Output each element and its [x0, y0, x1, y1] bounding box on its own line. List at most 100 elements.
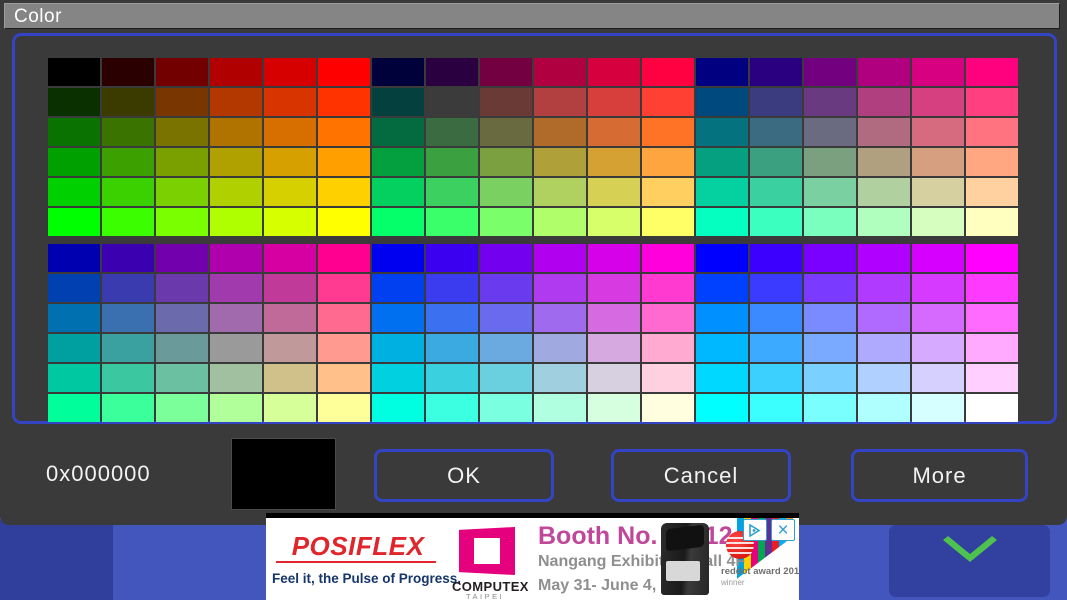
color-swatch[interactable]: [48, 274, 100, 302]
color-swatch[interactable]: [534, 148, 586, 176]
color-swatch[interactable]: [264, 334, 316, 362]
color-swatch[interactable]: [588, 148, 640, 176]
color-swatch[interactable]: [102, 178, 154, 206]
color-swatch[interactable]: [534, 88, 586, 116]
color-swatch[interactable]: [426, 178, 478, 206]
color-swatch[interactable]: [642, 334, 694, 362]
color-swatch[interactable]: [750, 88, 802, 116]
color-swatch[interactable]: [372, 88, 424, 116]
color-swatch[interactable]: [318, 274, 370, 302]
color-swatch[interactable]: [750, 334, 802, 362]
color-swatch[interactable]: [102, 364, 154, 392]
color-swatch[interactable]: [102, 274, 154, 302]
color-swatch[interactable]: [642, 274, 694, 302]
color-swatch[interactable]: [912, 88, 964, 116]
color-swatch[interactable]: [588, 394, 640, 422]
color-swatch[interactable]: [426, 274, 478, 302]
color-swatch[interactable]: [534, 208, 586, 236]
color-swatch[interactable]: [210, 58, 262, 86]
color-swatch[interactable]: [318, 58, 370, 86]
color-swatch[interactable]: [696, 58, 748, 86]
color-swatch[interactable]: [264, 118, 316, 146]
color-swatch[interactable]: [264, 88, 316, 116]
close-icon[interactable]: ×: [771, 519, 795, 541]
color-swatch[interactable]: [156, 148, 208, 176]
color-swatch[interactable]: [642, 244, 694, 272]
color-swatch[interactable]: [426, 148, 478, 176]
color-swatch[interactable]: [966, 178, 1018, 206]
color-swatch[interactable]: [480, 88, 532, 116]
color-swatch[interactable]: [804, 58, 856, 86]
color-swatch[interactable]: [210, 394, 262, 422]
color-swatch[interactable]: [912, 304, 964, 332]
color-swatch[interactable]: [696, 118, 748, 146]
color-swatch[interactable]: [804, 334, 856, 362]
color-swatch[interactable]: [912, 148, 964, 176]
color-swatch[interactable]: [912, 364, 964, 392]
color-swatch[interactable]: [156, 304, 208, 332]
color-swatch[interactable]: [534, 334, 586, 362]
color-swatch[interactable]: [156, 394, 208, 422]
color-swatch[interactable]: [912, 394, 964, 422]
color-swatch[interactable]: [426, 394, 478, 422]
color-swatch[interactable]: [102, 58, 154, 86]
color-swatch[interactable]: [480, 334, 532, 362]
color-swatch[interactable]: [966, 304, 1018, 332]
color-swatch[interactable]: [48, 178, 100, 206]
color-swatch[interactable]: [696, 208, 748, 236]
color-swatch[interactable]: [318, 88, 370, 116]
color-swatch[interactable]: [372, 178, 424, 206]
color-swatch[interactable]: [372, 118, 424, 146]
color-swatch[interactable]: [264, 274, 316, 302]
color-swatch[interactable]: [534, 244, 586, 272]
color-swatch[interactable]: [318, 244, 370, 272]
color-swatch[interactable]: [534, 274, 586, 302]
color-swatch[interactable]: [426, 244, 478, 272]
color-swatch[interactable]: [912, 178, 964, 206]
color-swatch[interactable]: [102, 118, 154, 146]
color-swatch[interactable]: [48, 334, 100, 362]
color-swatch[interactable]: [264, 148, 316, 176]
color-swatch[interactable]: [264, 394, 316, 422]
color-swatch[interactable]: [912, 118, 964, 146]
color-swatch[interactable]: [102, 148, 154, 176]
color-swatch[interactable]: [318, 178, 370, 206]
color-swatch[interactable]: [372, 364, 424, 392]
color-swatch[interactable]: [534, 178, 586, 206]
color-swatch[interactable]: [642, 394, 694, 422]
color-swatch[interactable]: [588, 244, 640, 272]
color-swatch[interactable]: [264, 364, 316, 392]
color-swatch[interactable]: [858, 118, 910, 146]
color-swatch[interactable]: [858, 334, 910, 362]
collapse-button[interactable]: [889, 525, 1050, 597]
color-swatch[interactable]: [48, 208, 100, 236]
color-swatch[interactable]: [696, 88, 748, 116]
color-swatch[interactable]: [642, 304, 694, 332]
color-swatch[interactable]: [210, 304, 262, 332]
ok-button[interactable]: OK: [374, 449, 554, 502]
color-swatch[interactable]: [48, 244, 100, 272]
color-swatch[interactable]: [156, 88, 208, 116]
color-swatch[interactable]: [318, 334, 370, 362]
color-swatch[interactable]: [858, 208, 910, 236]
color-swatch[interactable]: [966, 364, 1018, 392]
color-swatch[interactable]: [480, 364, 532, 392]
color-swatch[interactable]: [534, 364, 586, 392]
color-swatch[interactable]: [480, 394, 532, 422]
color-swatch[interactable]: [480, 118, 532, 146]
color-swatch[interactable]: [642, 208, 694, 236]
color-swatch[interactable]: [750, 274, 802, 302]
color-swatch[interactable]: [318, 364, 370, 392]
color-swatch[interactable]: [372, 208, 424, 236]
color-swatch[interactable]: [858, 244, 910, 272]
color-swatch[interactable]: [696, 334, 748, 362]
color-swatch[interactable]: [912, 244, 964, 272]
color-swatch[interactable]: [588, 118, 640, 146]
color-swatch[interactable]: [48, 364, 100, 392]
color-swatch[interactable]: [966, 208, 1018, 236]
color-swatch[interactable]: [642, 88, 694, 116]
color-swatch[interactable]: [48, 394, 100, 422]
color-swatch[interactable]: [588, 274, 640, 302]
color-swatch[interactable]: [318, 304, 370, 332]
advertisement-banner[interactable]: POSIFLEX Feel it, the Pulse of Progress.…: [266, 517, 799, 600]
